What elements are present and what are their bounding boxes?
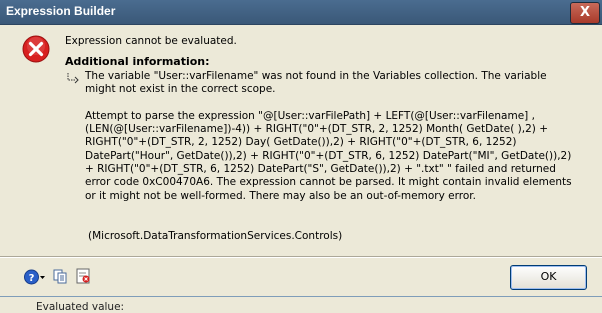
additional-info-heading: Additional information:: [65, 55, 210, 68]
evaluated-value-label: Evaluated value:: [36, 301, 125, 313]
error-message: Expression cannot be evaluated.: [65, 35, 237, 47]
copy-icon[interactable]: [53, 269, 67, 284]
svg-text:?: ?: [29, 273, 35, 284]
background-window-strip: Evaluated value:: [0, 296, 602, 313]
error-icon: [22, 35, 50, 63]
ok-button[interactable]: OK: [510, 265, 587, 290]
error-source: (Microsoft.DataTransformationServices.Co…: [88, 230, 343, 242]
close-button[interactable]: X: [570, 2, 600, 24]
dialog-bottom-border: [0, 296, 602, 297]
separator: [0, 256, 602, 258]
error-details: The variable "User::varFilename" was not…: [85, 70, 580, 203]
window-title: Expression Builder: [6, 4, 116, 18]
arrow-return-icon: [67, 73, 79, 84]
help-icon[interactable]: ?: [24, 269, 46, 285]
title-bar: Expression Builder X: [0, 0, 602, 25]
details-paragraph-1: The variable "User::varFilename" was not…: [85, 70, 550, 96]
details-icon[interactable]: [76, 268, 90, 284]
details-paragraph-2: Attempt to parse the expression "@[User:…: [85, 109, 575, 202]
